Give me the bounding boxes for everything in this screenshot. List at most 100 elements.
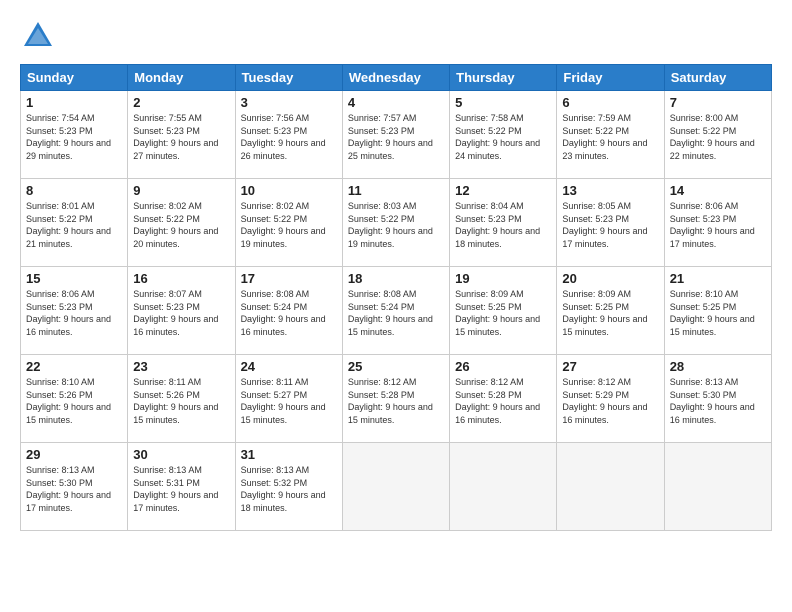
day-number: 4 (348, 95, 444, 110)
calendar-table: SundayMondayTuesdayWednesdayThursdayFrid… (20, 64, 772, 531)
calendar-cell: 9 Sunrise: 8:02 AMSunset: 5:22 PMDaylight… (128, 179, 235, 267)
week-row-4: 22Sunrise: 8:10 AMSunset: 5:26 PMDayligh… (21, 355, 772, 443)
day-info: Sunrise: 7:57 AMSunset: 5:23 PMDaylight:… (348, 112, 444, 162)
day-info: Sunrise: 8:11 AMSunset: 5:26 PMDaylight:… (133, 376, 229, 426)
day-info: Sunrise: 8:10 AMSunset: 5:25 PMDaylight:… (670, 288, 766, 338)
day-info: Sunrise: 8:12 AMSunset: 5:28 PMDaylight:… (348, 376, 444, 426)
day-header-wednesday: Wednesday (342, 65, 449, 91)
day-number: 8 (26, 183, 122, 198)
calendar-cell: 7 Sunrise: 8:00 AMSunset: 5:22 PMDaylight… (664, 91, 771, 179)
day-info: Sunrise: 8:06 AMSunset: 5:23 PMDaylight:… (670, 200, 766, 250)
calendar-cell (664, 443, 771, 531)
day-info: Sunrise: 8:08 AMSunset: 5:24 PMDaylight:… (241, 288, 337, 338)
day-number: 23 (133, 359, 229, 374)
day-number: 1 (26, 95, 122, 110)
day-number: 9 (133, 183, 229, 198)
day-header-saturday: Saturday (664, 65, 771, 91)
day-number: 2 (133, 95, 229, 110)
day-number: 12 (455, 183, 551, 198)
day-number: 19 (455, 271, 551, 286)
day-info: Sunrise: 7:59 AMSunset: 5:22 PMDaylight:… (562, 112, 658, 162)
calendar-cell: 16 Sunrise: 8:07 AMSunset: 5:23 PMDayligh… (128, 267, 235, 355)
day-info: Sunrise: 8:05 AMSunset: 5:23 PMDaylight:… (562, 200, 658, 250)
calendar-cell (342, 443, 449, 531)
day-number: 14 (670, 183, 766, 198)
day-info: Sunrise: 8:08 AMSunset: 5:24 PMDaylight:… (348, 288, 444, 338)
calendar-cell: 22Sunrise: 8:10 AMSunset: 5:26 PMDayligh… (21, 355, 128, 443)
day-number: 16 (133, 271, 229, 286)
calendar-cell: 3 Sunrise: 7:56 AMSunset: 5:23 PMDaylight… (235, 91, 342, 179)
week-row-5: 29Sunrise: 8:13 AMSunset: 5:30 PMDayligh… (21, 443, 772, 531)
calendar-cell: 19 Sunrise: 8:09 AMSunset: 5:25 PMDayligh… (450, 267, 557, 355)
day-info: Sunrise: 8:09 AMSunset: 5:25 PMDaylight:… (455, 288, 551, 338)
day-header-tuesday: Tuesday (235, 65, 342, 91)
day-info: Sunrise: 8:00 AMSunset: 5:22 PMDaylight:… (670, 112, 766, 162)
calendar-cell: 21Sunrise: 8:10 AMSunset: 5:25 PMDayligh… (664, 267, 771, 355)
calendar-cell (557, 443, 664, 531)
day-header-friday: Friday (557, 65, 664, 91)
day-number: 24 (241, 359, 337, 374)
day-number: 6 (562, 95, 658, 110)
week-row-3: 15 Sunrise: 8:06 AMSunset: 5:23 PMDayligh… (21, 267, 772, 355)
calendar-cell: 18 Sunrise: 8:08 AMSunset: 5:24 PMDayligh… (342, 267, 449, 355)
day-number: 11 (348, 183, 444, 198)
calendar-cell: 13 Sunrise: 8:05 AMSunset: 5:23 PMDayligh… (557, 179, 664, 267)
day-info: Sunrise: 7:56 AMSunset: 5:23 PMDaylight:… (241, 112, 337, 162)
day-number: 28 (670, 359, 766, 374)
calendar-cell: 30Sunrise: 8:13 AMSunset: 5:31 PMDayligh… (128, 443, 235, 531)
day-number: 7 (670, 95, 766, 110)
calendar-cell: 8 Sunrise: 8:01 AMSunset: 5:22 PMDaylight… (21, 179, 128, 267)
day-info: Sunrise: 8:02 AMSunset: 5:22 PMDaylight:… (241, 200, 337, 250)
logo-icon (20, 18, 56, 54)
day-number: 22 (26, 359, 122, 374)
day-info: Sunrise: 8:02 AMSunset: 5:22 PMDaylight:… (133, 200, 229, 250)
day-info: Sunrise: 8:13 AMSunset: 5:30 PMDaylight:… (26, 464, 122, 514)
week-row-2: 8 Sunrise: 8:01 AMSunset: 5:22 PMDaylight… (21, 179, 772, 267)
day-number: 10 (241, 183, 337, 198)
calendar-cell: 12Sunrise: 8:04 AMSunset: 5:23 PMDayligh… (450, 179, 557, 267)
day-info: Sunrise: 8:06 AMSunset: 5:23 PMDaylight:… (26, 288, 122, 338)
calendar-cell: 11Sunrise: 8:03 AMSunset: 5:22 PMDayligh… (342, 179, 449, 267)
day-number: 31 (241, 447, 337, 462)
calendar-cell (450, 443, 557, 531)
header (20, 18, 772, 54)
day-info: Sunrise: 7:58 AMSunset: 5:22 PMDaylight:… (455, 112, 551, 162)
day-info: Sunrise: 8:01 AMSunset: 5:22 PMDaylight:… (26, 200, 122, 250)
logo (20, 18, 60, 54)
day-number: 13 (562, 183, 658, 198)
day-info: Sunrise: 8:13 AMSunset: 5:30 PMDaylight:… (670, 376, 766, 426)
calendar-cell: 24 Sunrise: 8:11 AMSunset: 5:27 PMDayligh… (235, 355, 342, 443)
calendar-header-row: SundayMondayTuesdayWednesdayThursdayFrid… (21, 65, 772, 91)
calendar-cell: 1Sunrise: 7:54 AMSunset: 5:23 PMDaylight… (21, 91, 128, 179)
day-number: 30 (133, 447, 229, 462)
week-row-1: 1Sunrise: 7:54 AMSunset: 5:23 PMDaylight… (21, 91, 772, 179)
day-number: 3 (241, 95, 337, 110)
day-info: Sunrise: 8:11 AMSunset: 5:27 PMDaylight:… (241, 376, 337, 426)
page: SundayMondayTuesdayWednesdayThursdayFrid… (0, 0, 792, 612)
calendar-cell: 6 Sunrise: 7:59 AMSunset: 5:22 PMDaylight… (557, 91, 664, 179)
day-info: Sunrise: 8:12 AMSunset: 5:28 PMDaylight:… (455, 376, 551, 426)
calendar-cell: 10 Sunrise: 8:02 AMSunset: 5:22 PMDayligh… (235, 179, 342, 267)
calendar-cell: 2Sunrise: 7:55 AMSunset: 5:23 PMDaylight… (128, 91, 235, 179)
day-header-sunday: Sunday (21, 65, 128, 91)
day-number: 17 (241, 271, 337, 286)
day-header-monday: Monday (128, 65, 235, 91)
calendar-cell: 14 Sunrise: 8:06 AMSunset: 5:23 PMDayligh… (664, 179, 771, 267)
day-number: 20 (562, 271, 658, 286)
calendar-cell: 26 Sunrise: 8:12 AMSunset: 5:28 PMDayligh… (450, 355, 557, 443)
calendar-cell: 25Sunrise: 8:12 AMSunset: 5:28 PMDayligh… (342, 355, 449, 443)
day-info: Sunrise: 8:12 AMSunset: 5:29 PMDaylight:… (562, 376, 658, 426)
calendar-cell: 31 Sunrise: 8:13 AMSunset: 5:32 PMDayligh… (235, 443, 342, 531)
day-number: 26 (455, 359, 551, 374)
day-number: 27 (562, 359, 658, 374)
day-info: Sunrise: 8:09 AMSunset: 5:25 PMDaylight:… (562, 288, 658, 338)
calendar-cell: 29Sunrise: 8:13 AMSunset: 5:30 PMDayligh… (21, 443, 128, 531)
calendar-cell: 23 Sunrise: 8:11 AMSunset: 5:26 PMDayligh… (128, 355, 235, 443)
day-number: 5 (455, 95, 551, 110)
calendar-cell: 15 Sunrise: 8:06 AMSunset: 5:23 PMDayligh… (21, 267, 128, 355)
day-number: 15 (26, 271, 122, 286)
day-info: Sunrise: 8:13 AMSunset: 5:32 PMDaylight:… (241, 464, 337, 514)
day-number: 18 (348, 271, 444, 286)
day-info: Sunrise: 8:07 AMSunset: 5:23 PMDaylight:… (133, 288, 229, 338)
calendar-cell: 20 Sunrise: 8:09 AMSunset: 5:25 PMDayligh… (557, 267, 664, 355)
